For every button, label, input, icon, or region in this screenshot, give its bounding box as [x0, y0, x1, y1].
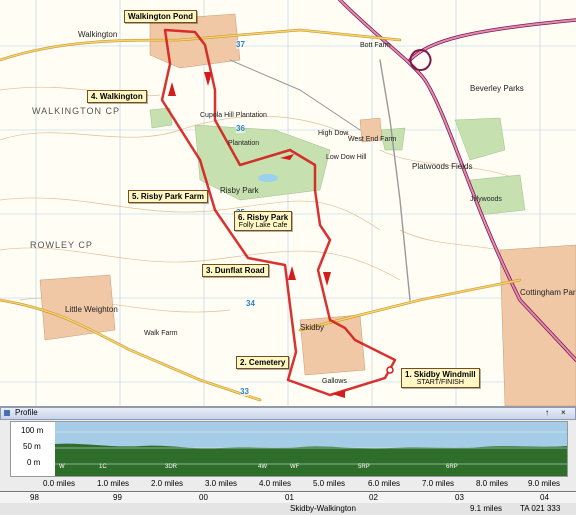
folly-lake-cafe-label: Folly Lake Cafe [238, 222, 288, 229]
waypoint-marker: 3DR [165, 464, 178, 470]
close-icon[interactable]: × [561, 408, 566, 417]
place-gallows: Gallows [322, 378, 347, 385]
distance-tick: 8.0 miles [476, 479, 509, 488]
grid-tick: 02 [369, 493, 378, 502]
place-low-dow-hill: Low Dow Hill [326, 154, 367, 161]
grid-tick: 99 [113, 493, 122, 502]
status-bar: Skidby-Walkington 9.1 miles TA 021 333 [0, 503, 576, 515]
profile-panel: Profile ↑ × 100 m 50 m 0 m W 1C 3DR 4W W… [0, 406, 576, 515]
route-name: Skidby-Walkington [290, 504, 356, 513]
place-beverley-parks: Beverley Parks [470, 84, 524, 93]
distance-scale: 0.0 miles 1.0 miles 2.0 miles 3.0 miles … [0, 477, 576, 491]
route-label-cemetery[interactable]: 2. Cemetery [236, 356, 290, 369]
start-finish-label: START/FINISH [416, 379, 464, 386]
pin-icon[interactable] [3, 409, 11, 417]
place-plantation: Plantation [228, 140, 260, 147]
place-walkington: Walkington [78, 30, 118, 39]
place-bott-farm: Bott Farm [360, 42, 391, 49]
grid-tick: 04 [540, 493, 549, 502]
grid-number: 33 [240, 387, 249, 396]
distance-tick: 1.0 miles [97, 479, 130, 488]
grid-tick: 01 [285, 493, 294, 502]
route-label-risby-park-farm[interactable]: 5. Risby Park Farm [128, 190, 209, 203]
waypoint-marker: 6RP [446, 464, 458, 470]
route-label-walkington[interactable]: 4. Walkington [87, 90, 147, 103]
map-canvas[interactable] [0, 0, 576, 406]
grid-number: 37 [236, 40, 245, 49]
place-walkington-cp: WALKINGTON CP [32, 106, 121, 116]
distance-tick: 3.0 miles [205, 479, 238, 488]
distance-tick: 0.0 miles [43, 479, 76, 488]
waypoint-marker: W [59, 464, 65, 470]
profile-titlebar: Profile ↑ × [0, 407, 576, 420]
place-high-dow: High Dow [318, 130, 349, 137]
place-jillywoods: Jillywoods [470, 196, 502, 203]
place-little-weighton: Little Weighton [65, 305, 118, 314]
distance-tick: 9.0 miles [528, 479, 561, 488]
route-label-skidby-windmill[interactable]: 1. Skidby Windmill START/FINISH [401, 368, 480, 388]
place-walk-farm: Walk Farm [144, 330, 178, 337]
waypoint-marker: 4W [258, 464, 267, 470]
grid-tick: 00 [199, 493, 208, 502]
distance-tick: 4.0 miles [259, 479, 292, 488]
place-skidby: Skidby [300, 323, 325, 332]
place-cottingham-parks: Cottingham Parks [520, 288, 576, 297]
y-tick-label: 50 m [23, 442, 41, 451]
risby-park-label-text: 6. Risby Park [238, 213, 289, 222]
place-west-end-farm: West End Farm [348, 136, 397, 143]
route-label-walkington-pond[interactable]: Walkington Pond [124, 10, 198, 23]
map-view[interactable]: 37 36 35 34 33 Walkington WALKINGTON CP … [0, 0, 576, 406]
place-cupola-hill: Cupola Hill Plantation [200, 112, 267, 119]
grid-reference: TA 021 333 [520, 504, 561, 513]
waypoint-marker: 1C [99, 464, 107, 470]
waypoint-marker: 5RP [358, 464, 370, 470]
elevation-chart[interactable]: 100 m 50 m 0 m W 1C 3DR 4W WF 5RP 6RP [10, 421, 568, 477]
place-rowley-cp: ROWLEY CP [30, 240, 93, 250]
y-tick-label: 0 m [27, 458, 41, 467]
grid-tick: 98 [30, 493, 39, 502]
distance-tick: 6.0 miles [368, 479, 401, 488]
grid-number: 34 [246, 299, 255, 308]
route-label-dunflat-road[interactable]: 3. Dunflat Road [202, 264, 269, 277]
waypoint-marker: WF [290, 464, 300, 470]
grid-number: 36 [236, 124, 245, 133]
y-tick-label: 100 m [21, 426, 44, 435]
total-distance: 9.1 miles [470, 504, 503, 513]
distance-tick: 2.0 miles [151, 479, 184, 488]
grid-tick: 03 [455, 493, 464, 502]
place-risby-park: Risby Park [220, 186, 259, 195]
skidby-windmill-label-text: 1. Skidby Windmill [405, 370, 476, 379]
profile-title: Profile [15, 408, 38, 417]
place-platwoods-fields: Platwoods Fields [412, 162, 473, 171]
distance-tick: 7.0 miles [422, 479, 455, 488]
route-label-risby-park[interactable]: 6. Risby Park Folly Lake Cafe [234, 211, 293, 231]
dock-icon[interactable]: ↑ [545, 408, 549, 417]
distance-tick: 5.0 miles [313, 479, 346, 488]
